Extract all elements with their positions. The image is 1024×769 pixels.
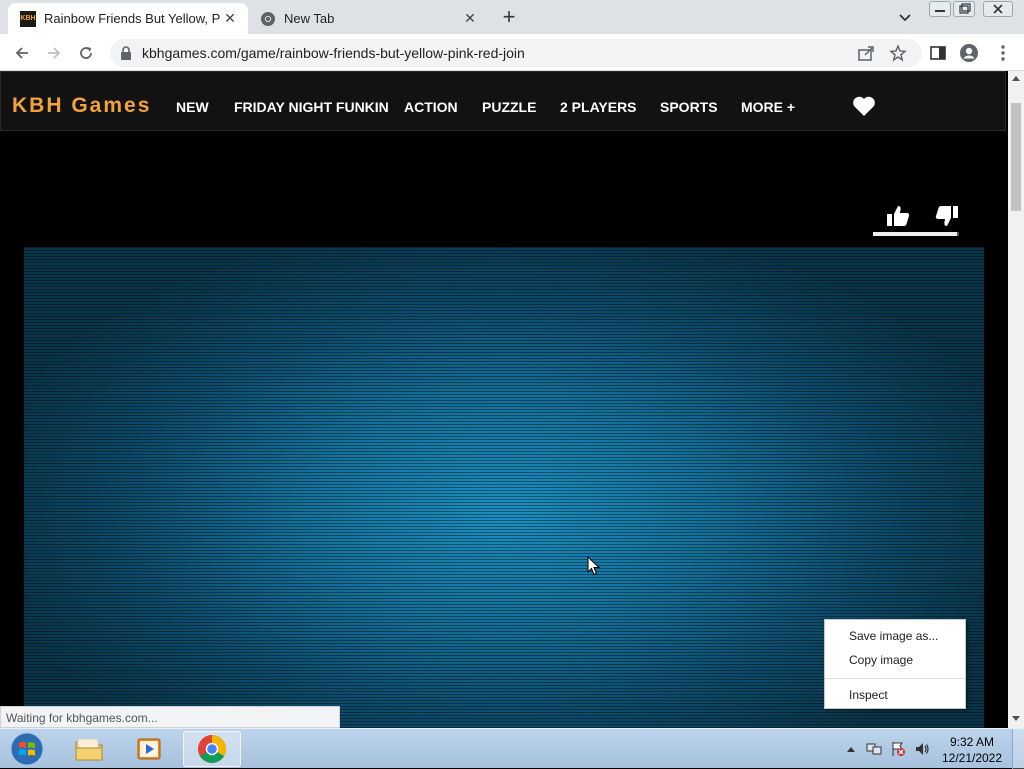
profile-avatar-icon[interactable]: [959, 43, 979, 63]
favorite-heart-icon[interactable]: [852, 95, 876, 117]
chrome-icon: [198, 735, 226, 763]
tab-rainbow-friends[interactable]: KBH Rainbow Friends But Yellow, Pink ✕: [8, 3, 248, 34]
nav-2-players[interactable]: 2 PLAYERS: [560, 99, 637, 115]
tab-title: Rainbow Friends But Yellow, Pink: [44, 11, 220, 26]
show-hidden-icons-icon[interactable]: [843, 741, 859, 757]
url-text: kbhgames.com/game/rainbow-friends-but-ye…: [142, 45, 525, 61]
menu-separator: [825, 678, 965, 679]
status-bubble: Waiting for kbhgames.com...: [0, 706, 340, 728]
nav-new[interactable]: NEW: [176, 99, 209, 115]
taskbar-clock[interactable]: 9:32 AM 12/21/2022: [936, 734, 1008, 766]
menu-item-copy-image[interactable]: Copy image: [849, 653, 913, 667]
menu-item-save-image[interactable]: Save image as...: [849, 629, 938, 643]
scroll-up-icon[interactable]: [1012, 75, 1020, 81]
kbh-favicon-icon: KBH: [20, 10, 36, 27]
taskbar-chrome[interactable]: [183, 731, 241, 767]
context-menu: Save image as... Copy image Inspect: [824, 619, 966, 709]
nav-sports[interactable]: SPORTS: [660, 99, 718, 115]
scroll-down-icon[interactable]: [1012, 716, 1020, 722]
media-player-icon: [137, 738, 161, 760]
clock-date: 12/21/2022: [941, 751, 1003, 765]
vertical-scrollbar[interactable]: [1008, 71, 1024, 728]
tab-search-icon[interactable]: [896, 8, 914, 26]
action-center-flag-icon[interactable]: [890, 741, 906, 757]
nav-puzzle[interactable]: PUZZLE: [482, 99, 536, 115]
chrome-icon: [260, 11, 276, 27]
close-tab-icon[interactable]: ✕: [220, 9, 240, 29]
nav-more[interactable]: MORE +: [741, 99, 795, 115]
site-logo[interactable]: KBH Games: [12, 94, 151, 118]
network-icon[interactable]: [866, 741, 882, 757]
nav-action[interactable]: ACTION: [404, 99, 458, 115]
mouse-cursor-icon: [587, 555, 601, 576]
rating-bar-fill: [873, 232, 958, 236]
folder-icon: [75, 738, 103, 761]
thumbs-up-icon[interactable]: [884, 202, 912, 230]
rating-bar: [873, 232, 959, 236]
menu-kebab-icon[interactable]: [993, 43, 1013, 63]
tab-new-tab[interactable]: New Tab ✕: [248, 3, 488, 34]
tab-title: New Tab: [284, 11, 335, 26]
volume-icon[interactable]: [914, 741, 930, 757]
minimize-window-button[interactable]: [929, 1, 951, 17]
taskbar-file-explorer[interactable]: [60, 731, 118, 767]
browser-toolbar: kbhgames.com/game/rainbow-friends-but-ye…: [0, 34, 1024, 71]
windows-start-icon: [10, 732, 44, 766]
close-tab-icon[interactable]: ✕: [460, 9, 480, 29]
start-button[interactable]: [0, 731, 54, 767]
address-bar[interactable]: kbhgames.com/game/rainbow-friends-but-ye…: [110, 39, 922, 67]
forward-icon[interactable]: [43, 42, 65, 64]
site-navbar: KBH Games NEW FRIDAY NIGHT FUNKIN ACTION…: [0, 71, 1006, 131]
bookmark-star-icon[interactable]: [888, 43, 908, 63]
new-tab-button[interactable]: +: [498, 6, 520, 29]
side-panel-icon[interactable]: [928, 43, 948, 63]
restore-window-button[interactable]: [953, 1, 975, 17]
lock-icon[interactable]: [120, 46, 132, 60]
scrollbar-thumb[interactable]: [1011, 103, 1021, 211]
close-window-button[interactable]: [983, 1, 1013, 17]
show-desktop-button[interactable]: [1012, 729, 1024, 769]
taskbar: 9:32 AM 12/21/2022: [0, 728, 1024, 769]
reload-icon[interactable]: [75, 42, 97, 64]
share-icon[interactable]: [856, 43, 876, 63]
taskbar-media-player[interactable]: [120, 731, 178, 767]
menu-item-inspect[interactable]: Inspect: [849, 688, 888, 702]
thumbs-down-icon[interactable]: [933, 202, 961, 230]
nav-friday-night-funkin[interactable]: FRIDAY NIGHT FUNKIN: [234, 99, 389, 115]
clock-time: 9:32 AM: [949, 735, 995, 749]
tab-strip: KBH Rainbow Friends But Yellow, Pink ✕ N…: [0, 0, 1024, 34]
back-icon[interactable]: [11, 42, 33, 64]
web-page: KBH Games NEW FRIDAY NIGHT FUNKIN ACTION…: [0, 71, 1008, 728]
